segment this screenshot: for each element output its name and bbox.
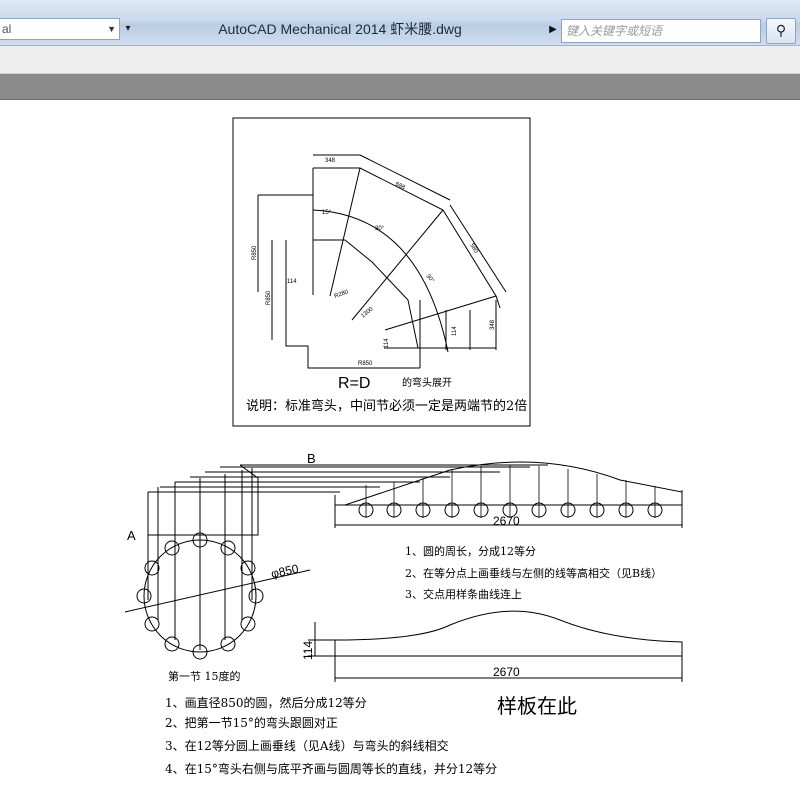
- unfold-figure: B A φ850 2670 114 2670 第一节 15度的 1、圆的周长，分…: [124, 451, 683, 776]
- dim-2670-lower: 2670: [493, 665, 520, 679]
- search-input[interactable]: 键入关键字或短语: [561, 19, 761, 43]
- elbow-outer-edge: [313, 167, 501, 309]
- workspace-dropdown-value: al: [2, 22, 12, 36]
- first-section-label: 第一节 15度的: [168, 669, 241, 683]
- unfold-curve-upper: [335, 461, 683, 506]
- dim-r280: R280: [334, 289, 350, 300]
- section-line-3: [351, 209, 444, 321]
- dim-r850-b: R850: [266, 290, 272, 305]
- caption-suffix: 的弯头展开: [402, 376, 452, 389]
- template-profile: [334, 610, 683, 657]
- step-bottom-2: 2、把第一节15°的弯头跟圆对正: [165, 715, 338, 730]
- dim-r850-a: R850: [252, 245, 258, 260]
- chevron-down-icon: ▼: [107, 24, 116, 34]
- template-here-label: 样板在此: [497, 694, 577, 718]
- caption-note: 说明：标准弯头，中间节必须一定是两端节的2倍: [246, 398, 527, 414]
- dim-114-c: 114: [452, 326, 458, 336]
- caption-formula: R=D: [338, 375, 370, 392]
- dim-r850-c: R850: [358, 361, 373, 367]
- window-title: AutoCAD Mechanical 2014 虾米腰.dwg: [218, 21, 462, 37]
- elbow-figure: 348 688 580 15° 30° 30° R850 R850 114 R2…: [232, 117, 531, 427]
- step-bottom-1: 1、画直径850的圆，然后分成12等分: [165, 695, 367, 710]
- dim-line-688: [359, 154, 451, 201]
- section-line-4: [384, 295, 497, 331]
- dim-30deg: 30°: [375, 226, 385, 232]
- file-tab-strip: [0, 74, 800, 100]
- elbow-base: [285, 240, 420, 369]
- dim-348-right: 348: [490, 319, 496, 330]
- workspace-dropdown[interactable]: al ▼: [0, 18, 120, 40]
- dim-30deg-b: 30°: [424, 273, 435, 284]
- cad-drawing: 348 688 580 15° 30° 30° R850 R850 114 R2…: [124, 117, 683, 776]
- dim-15deg: 15°: [322, 210, 332, 216]
- binoculars-icon[interactable]: ⚲: [766, 18, 796, 44]
- dim-114-bottom: 114: [301, 641, 315, 660]
- dim-1300: 1300: [360, 306, 375, 320]
- step-bottom-3: 3、在12等分圆上画垂线（见A线）与弯头的斜线相交: [165, 738, 449, 753]
- title-bar: al ▼ ▾ AutoCAD Mechanical 2014 虾米腰.dwg ▶…: [0, 0, 800, 46]
- dim-phi850: φ850: [270, 561, 300, 581]
- step-right-2: 2、在等分点上画垂线与左侧的线等高相交（见B线）: [405, 566, 662, 580]
- dim-114-a: 114: [287, 279, 297, 285]
- step-bottom-4: 4、在15°弯头右侧与底平齐画与圆周等长的直线，并分12等分: [165, 761, 497, 776]
- ribbon-bar: [0, 46, 800, 74]
- label-b: B: [307, 451, 316, 466]
- quick-access-menu-icon[interactable]: ▾: [122, 20, 134, 38]
- step-right-3: 3、交点用样条曲线连上: [405, 587, 522, 601]
- elbow-inner-edge: [313, 239, 419, 349]
- dim-114-b: 114: [384, 338, 390, 348]
- label-a: A: [127, 528, 136, 543]
- dim-348-top: 348: [325, 158, 336, 164]
- step-right-1: 1、圆的周长，分成12等分: [405, 544, 536, 558]
- section-line-2: [329, 167, 361, 297]
- search-expand-icon[interactable]: ▶: [546, 20, 560, 40]
- drawing-canvas[interactable]: 348 688 580 15° 30° 30° R850 R850 114 R2…: [0, 100, 800, 800]
